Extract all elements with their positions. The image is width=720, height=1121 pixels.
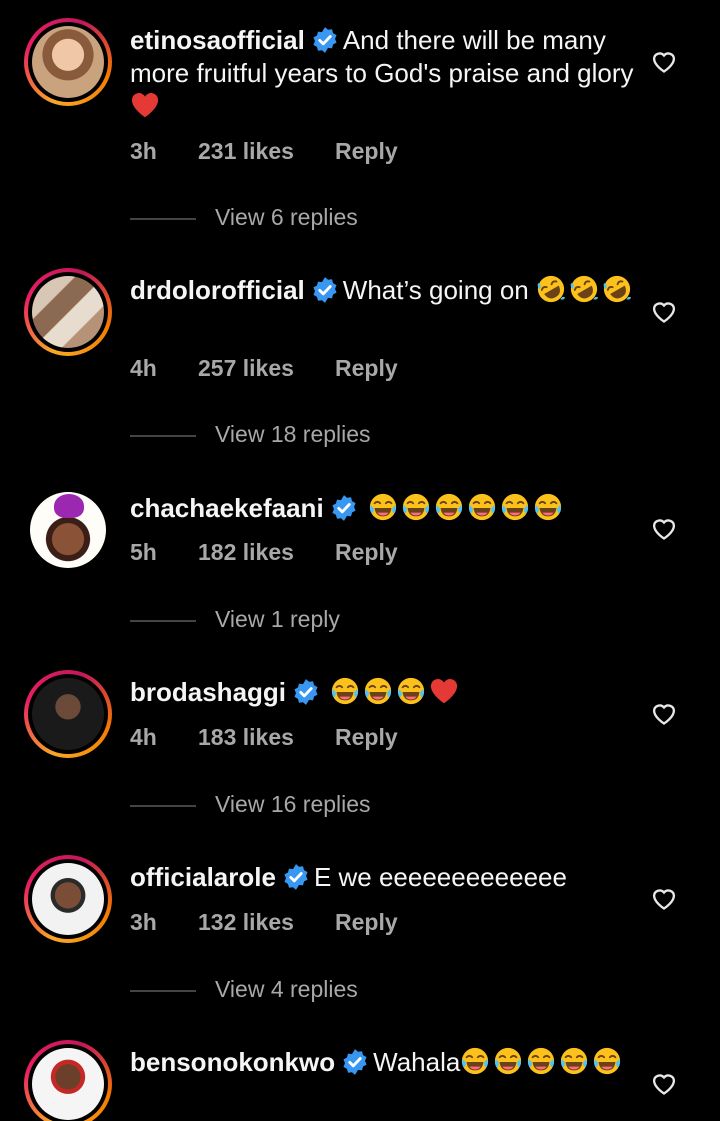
like-count[interactable]: 183 likes xyxy=(198,724,294,751)
comment-time: 4h xyxy=(130,724,157,750)
comment-time: 3h xyxy=(130,909,157,935)
joy-emoji-icon xyxy=(434,492,464,522)
joy-emoji-icon xyxy=(330,676,360,706)
divider xyxy=(130,620,196,622)
divider xyxy=(130,805,196,807)
verified-badge-icon xyxy=(313,277,337,303)
avatar[interactable] xyxy=(24,268,112,356)
heart-icon[interactable] xyxy=(650,885,678,911)
username[interactable]: drdolorofficial xyxy=(130,275,305,305)
like-count[interactable]: 182 likes xyxy=(198,539,294,566)
username[interactable]: brodashaggi xyxy=(130,677,286,707)
emoji-row xyxy=(460,1047,625,1077)
joy-emoji-icon xyxy=(460,1046,490,1076)
comment-text: E we eeeeeeeeeeeee xyxy=(313,862,567,892)
joy-emoji-icon xyxy=(467,492,497,522)
username[interactable]: bensonokonkwo xyxy=(130,1047,335,1077)
divider xyxy=(130,435,196,437)
avatar[interactable] xyxy=(24,670,112,758)
red-heart-emoji-icon xyxy=(130,90,160,120)
comment-text: Wahala xyxy=(373,1047,461,1077)
avatar[interactable] xyxy=(24,486,112,574)
heart-icon[interactable] xyxy=(650,298,678,324)
verified-badge-icon xyxy=(294,679,318,705)
comment-time: 4h xyxy=(130,355,157,381)
rofl-emoji-icon xyxy=(536,274,566,304)
reply-button[interactable]: Reply xyxy=(335,539,398,566)
joy-emoji-icon xyxy=(493,1046,523,1076)
joy-emoji-icon xyxy=(396,676,426,706)
joy-emoji-icon xyxy=(401,492,431,522)
red-heart-emoji-icon xyxy=(429,676,459,706)
heart-icon[interactable] xyxy=(650,48,678,74)
like-count[interactable]: 231 likes xyxy=(198,138,294,165)
emoji-row xyxy=(330,677,462,707)
heart-icon[interactable] xyxy=(650,1070,678,1096)
joy-emoji-icon xyxy=(363,676,393,706)
avatar[interactable] xyxy=(24,18,112,106)
avatar[interactable] xyxy=(24,855,112,943)
username[interactable]: chachaekefaani xyxy=(130,493,324,523)
verified-badge-icon xyxy=(284,864,308,890)
verified-badge-icon xyxy=(343,1049,367,1075)
joy-emoji-icon xyxy=(368,492,398,522)
emoji-row xyxy=(536,275,635,305)
like-count[interactable]: 132 likes xyxy=(198,909,294,936)
joy-emoji-icon xyxy=(500,492,530,522)
reply-button[interactable]: Reply xyxy=(335,138,398,165)
reply-button[interactable]: Reply xyxy=(335,909,398,936)
reply-button[interactable]: Reply xyxy=(335,355,398,382)
avatar[interactable] xyxy=(24,1040,112,1121)
comment-text: What’s going on xyxy=(342,275,529,305)
emoji-row xyxy=(368,493,566,523)
rofl-emoji-icon xyxy=(569,274,599,304)
verified-badge-icon xyxy=(313,27,337,53)
rofl-emoji-icon xyxy=(602,274,632,304)
joy-emoji-icon xyxy=(526,1046,556,1076)
comment-time: 5h xyxy=(130,539,157,565)
joy-emoji-icon xyxy=(559,1046,589,1076)
divider xyxy=(130,218,196,220)
comment-time: 3h xyxy=(130,138,157,164)
username[interactable]: officialarole xyxy=(130,862,276,892)
like-count[interactable]: 257 likes xyxy=(198,355,294,382)
emoji-row xyxy=(130,91,163,121)
reply-button[interactable]: Reply xyxy=(335,724,398,751)
username[interactable]: etinosaofficial xyxy=(130,25,305,55)
verified-badge-icon xyxy=(332,495,356,521)
heart-icon[interactable] xyxy=(650,515,678,541)
heart-icon[interactable] xyxy=(650,700,678,726)
joy-emoji-icon xyxy=(533,492,563,522)
divider xyxy=(130,990,196,992)
joy-emoji-icon xyxy=(592,1046,622,1076)
